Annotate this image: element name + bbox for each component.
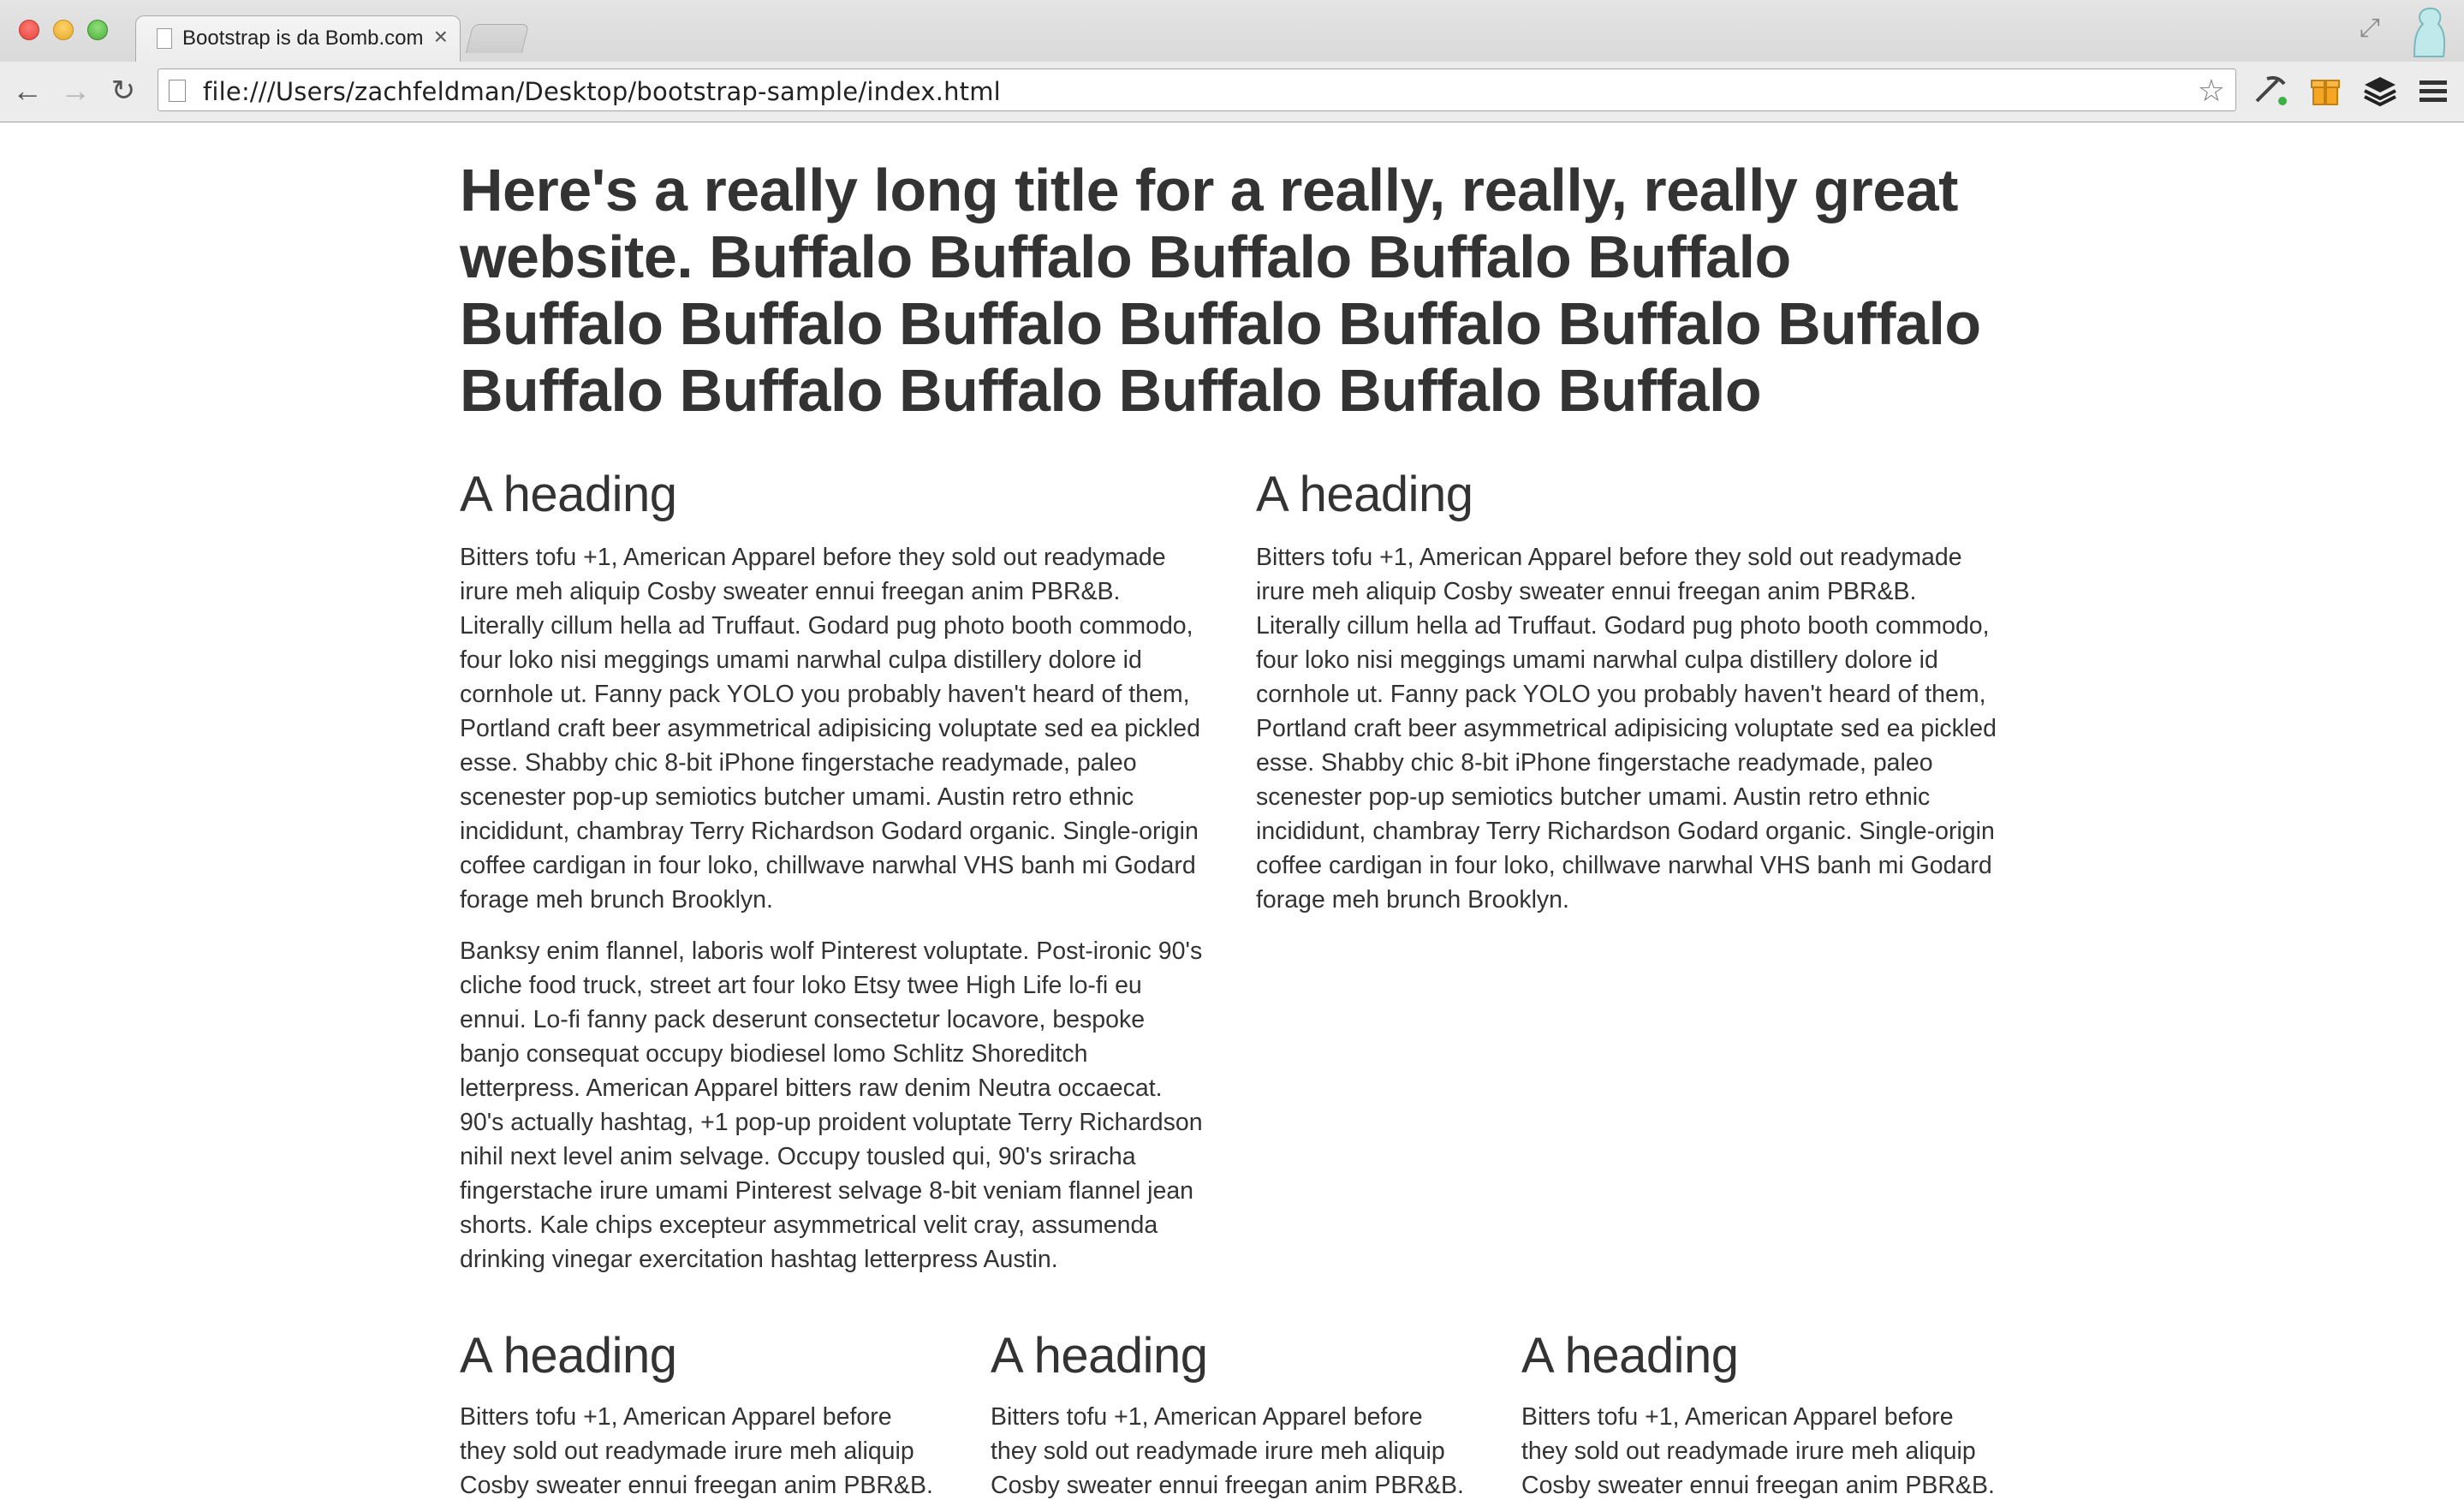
column-paragraph: Bitters tofu +1, American Apparel before… [460,544,1200,914]
pickaxe-extension-icon[interactable] [2252,72,2289,110]
browser-tab[interactable]: Bootstrap is da Bomb.com × [135,15,461,62]
layers-extension-icon[interactable] [2361,72,2399,110]
address-bar[interactable]: file:///Users/zachfeldman/Desktop/bootst… [158,68,2236,111]
column-paragraph: Bitters tofu +1, American Apparel before… [991,1403,1464,1499]
profile-avatar-icon[interactable] [2406,5,2449,58]
window-zoom-button[interactable] [87,20,108,40]
tab-title: Bootstrap is da Bomb.com [182,27,424,50]
column-paragraph: Banksy enim flannel, laboris wolf Pinter… [460,938,1203,1273]
window-close-button[interactable] [19,20,39,40]
column-paragraph: Bitters tofu +1, American Apparel before… [1521,1403,1995,1499]
page-viewport[interactable]: Here's a really long title for a really,… [0,122,2464,1500]
column-paragraph: Bitters tofu +1, American Apparel before… [460,1403,933,1499]
fullscreen-icon[interactable]: ⤢ [2360,15,2385,41]
column-2: A heading Bitters tofu +1, American Appa… [1256,467,2001,934]
gift-extension-icon[interactable] [2306,72,2344,110]
browser-chrome: Bootstrap is da Bomb.com × ⤢ ← → ↻ file:… [0,0,2464,122]
column-1: A heading Bitters tofu +1, American Appa… [460,1328,939,1500]
column-heading: A heading [1256,467,1473,522]
browser-toolbar: ← → ↻ file:///Users/zachfeldman/Desktop/… [0,62,2464,122]
new-tab-button[interactable] [465,24,530,53]
column-heading: A heading [460,467,677,522]
bookmark-star-icon[interactable]: ☆ [2198,73,2225,109]
column-paragraph: Bitters tofu +1, American Apparel before… [1256,544,1997,914]
column-heading: A heading [460,1328,677,1384]
page-title: Here's a really long title for a really,… [460,157,1981,424]
title-bar: Bootstrap is da Bomb.com × ⤢ [0,0,2464,62]
column-3: A heading Bitters tofu +1, American Appa… [1521,1328,2001,1500]
column-heading: A heading [991,1328,1208,1384]
column-1: A heading Bitters tofu +1, American Appa… [460,467,1205,1294]
tab-close-icon[interactable]: × [434,23,448,51]
column-heading: A heading [1521,1328,1739,1384]
url-text[interactable]: file:///Users/zachfeldman/Desktop/bootst… [203,77,1001,106]
page-icon [169,80,186,102]
page-icon [157,28,172,49]
hamburger-menu-icon[interactable] [2414,72,2452,110]
back-arrow-icon[interactable]: ← [10,74,45,108]
forward-arrow-icon[interactable]: → [58,74,92,108]
window-minimize-button[interactable] [53,20,74,40]
reload-icon[interactable]: ↻ [106,74,140,108]
column-2: A heading Bitters tofu +1, American Appa… [991,1328,1470,1500]
